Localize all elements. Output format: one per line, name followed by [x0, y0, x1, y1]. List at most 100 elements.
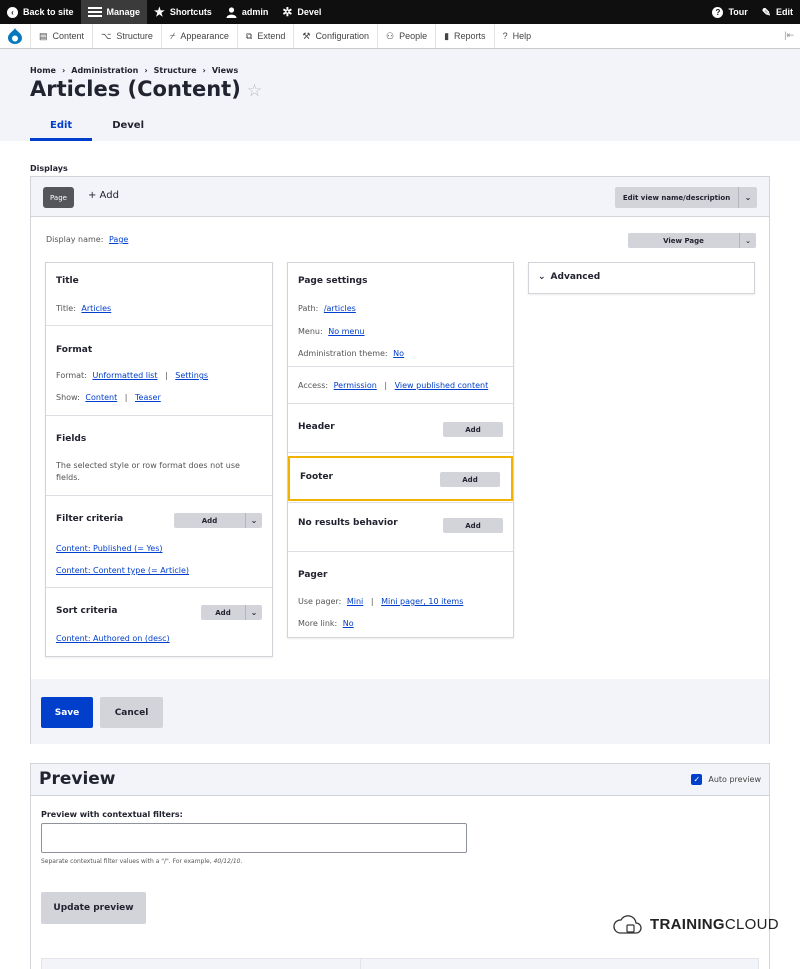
contextual-filters-help: Separate contextual filter values with a…: [41, 858, 243, 865]
chevron-down-icon[interactable]: ⌄: [246, 513, 262, 528]
breadcrumb-administration[interactable]: Administration: [71, 66, 138, 75]
star-icon: ★: [154, 5, 165, 19]
menu-icon: [87, 7, 102, 17]
column-third[interactable]: ⌄ Advanced: [528, 262, 755, 294]
update-preview-button[interactable]: Update preview: [41, 892, 146, 924]
path-link[interactable]: /articles: [324, 304, 356, 313]
user-tab[interactable]: admin: [219, 0, 276, 24]
tray-item-people[interactable]: ⚇ People: [376, 24, 435, 48]
document-icon: ▤: [39, 30, 48, 41]
display-tab-page[interactable]: Page: [43, 187, 74, 208]
star-shortcut-icon[interactable]: ☆: [247, 81, 262, 101]
contextual-filters-label: Preview with contextual filters:: [41, 810, 183, 819]
section-title: Title Title: Articles: [46, 263, 272, 326]
advanced-toggle[interactable]: ⌄ Advanced: [538, 272, 600, 282]
chevron-down-icon[interactable]: ⌄: [246, 605, 262, 620]
title-value-link[interactable]: Articles: [81, 304, 111, 313]
filter-item-link[interactable]: Content: Published (= Yes): [56, 544, 163, 553]
pencil-icon: ✎: [761, 6, 771, 19]
tray-item-structure[interactable]: ⌥ Structure: [92, 24, 161, 48]
sort-add-dropbutton[interactable]: Add ⌄: [201, 605, 262, 620]
shortcuts-tab[interactable]: ★ Shortcuts: [147, 0, 219, 24]
row-plugin-link[interactable]: Content: [85, 393, 117, 402]
section-filter-criteria: Filter criteria Add ⌄ Content: Published…: [46, 496, 272, 588]
preview-title: Preview: [39, 769, 116, 789]
footer-add-button[interactable]: Add: [440, 472, 500, 487]
brush-icon: ⌿: [169, 30, 176, 41]
display-name: Display name: Page: [46, 235, 129, 244]
wrench-icon: ⚒: [302, 30, 311, 41]
section-pager: Pager Use pager: Mini | Mini pager, 10 i…: [298, 570, 464, 628]
tray-item-extend[interactable]: ⧉ Extend: [236, 24, 293, 48]
gear-icon: ✲: [282, 5, 293, 19]
cancel-button[interactable]: Cancel: [100, 697, 163, 728]
view-page-dropbutton[interactable]: View Page ⌄: [628, 233, 756, 248]
form-actions: Save Cancel: [31, 679, 769, 744]
drupal-logo-icon[interactable]: [0, 24, 30, 48]
user-icon: [226, 6, 237, 18]
page-header: Home › Administration › Structure › Views Arti…: [0, 49, 800, 141]
tray-item-content[interactable]: ▤ Content: [30, 24, 92, 48]
pager-options-link[interactable]: Mini pager, 10 items: [381, 597, 463, 606]
chevron-down-icon[interactable]: ⌄: [739, 187, 757, 208]
admin-toolbar: ‹ Back to site Manage ★ Shortcuts admin …: [0, 0, 800, 24]
pager-type-link[interactable]: Mini: [347, 597, 363, 606]
save-button[interactable]: Save: [41, 697, 93, 728]
no-results-add-button[interactable]: Add: [443, 518, 503, 533]
admin-theme-link[interactable]: No: [393, 349, 404, 358]
edit-button[interactable]: ✎ Edit: [755, 0, 800, 24]
breadcrumb-views[interactable]: Views: [212, 66, 238, 75]
column-first: Title Title: Articles Format Format: Unf…: [45, 262, 273, 657]
devel-tab[interactable]: ✲ Devel: [275, 0, 328, 24]
display-name-link[interactable]: Page: [109, 235, 128, 244]
help-icon: ?: [502, 31, 508, 41]
filter-add-dropbutton[interactable]: Add ⌄: [174, 513, 262, 528]
collapse-tray-icon[interactable]: |⇤: [784, 30, 794, 41]
back-to-site-link[interactable]: ‹ Back to site: [0, 0, 81, 24]
contextual-filters-input[interactable]: [41, 823, 467, 853]
manage-tab[interactable]: Manage: [80, 0, 148, 24]
tab-devel[interactable]: Devel: [92, 119, 164, 141]
tray-item-appearance[interactable]: ⌿ Appearance: [160, 24, 237, 48]
tray-item-configuration[interactable]: ⚒ Configuration: [293, 24, 377, 48]
displays-label: Displays: [30, 164, 68, 173]
tray-item-help[interactable]: ? Help: [493, 24, 540, 48]
header-add-button[interactable]: Add: [443, 422, 503, 437]
more-link[interactable]: No: [343, 619, 354, 628]
access-permission-link[interactable]: View published content: [395, 381, 489, 390]
view-mode-link[interactable]: Teaser: [135, 393, 161, 402]
breadcrumb-home[interactable]: Home: [30, 66, 56, 75]
auto-preview-toggle[interactable]: ✓ Auto preview: [691, 774, 761, 785]
breadcrumb: Home › Administration › Structure › Views: [30, 66, 239, 75]
tab-edit[interactable]: Edit: [30, 119, 93, 141]
section-header: Header Add: [288, 404, 513, 453]
puzzle-icon: ⧉: [245, 30, 253, 41]
chevron-down-icon[interactable]: ⌄: [740, 233, 756, 248]
column-second: Page settings Path: /articles Menu: No m…: [287, 262, 514, 638]
back-arrow-icon: ‹: [7, 6, 18, 18]
tray-item-reports[interactable]: ▮ Reports: [435, 24, 493, 48]
sort-item-link[interactable]: Content: Authored on (desc): [56, 634, 170, 643]
section-fields: Fields The selected style or row format …: [46, 416, 272, 496]
edit-view-name-dropbutton[interactable]: Edit view name/description ⌄: [615, 187, 757, 208]
tour-button[interactable]: ? Tour: [705, 0, 754, 24]
page-title: Articles (Content) ☆: [30, 77, 263, 101]
format-style-link[interactable]: Unformatted list: [92, 371, 157, 380]
access-plugin-link[interactable]: Permission: [334, 381, 377, 390]
breadcrumb-structure[interactable]: Structure: [154, 66, 197, 75]
section-page-settings: Page settings Path: /articles Menu: No m…: [288, 263, 513, 367]
section-no-results: No results behavior Add: [288, 502, 513, 552]
people-icon: ⚇: [385, 30, 395, 41]
chevron-down-icon: ⌄: [538, 272, 546, 282]
menu-link[interactable]: No menu: [328, 327, 364, 336]
format-settings-link[interactable]: Settings: [175, 371, 208, 380]
checkbox-checked-icon[interactable]: ✓: [691, 774, 703, 785]
bar-chart-icon: ▮: [444, 30, 450, 41]
filter-item-link[interactable]: Content: Content type (= Article): [56, 566, 189, 575]
section-access: Access: Permission | View published cont…: [288, 367, 513, 404]
display-tabs-bar: Page + Add Edit view name/description ⌄: [31, 177, 769, 217]
help-icon: ?: [712, 6, 724, 18]
section-format: Format Format: Unformatted list | Settin…: [46, 326, 272, 416]
add-display-button[interactable]: + Add: [88, 190, 119, 201]
preview-header: Preview ✓ Auto preview: [31, 764, 769, 796]
